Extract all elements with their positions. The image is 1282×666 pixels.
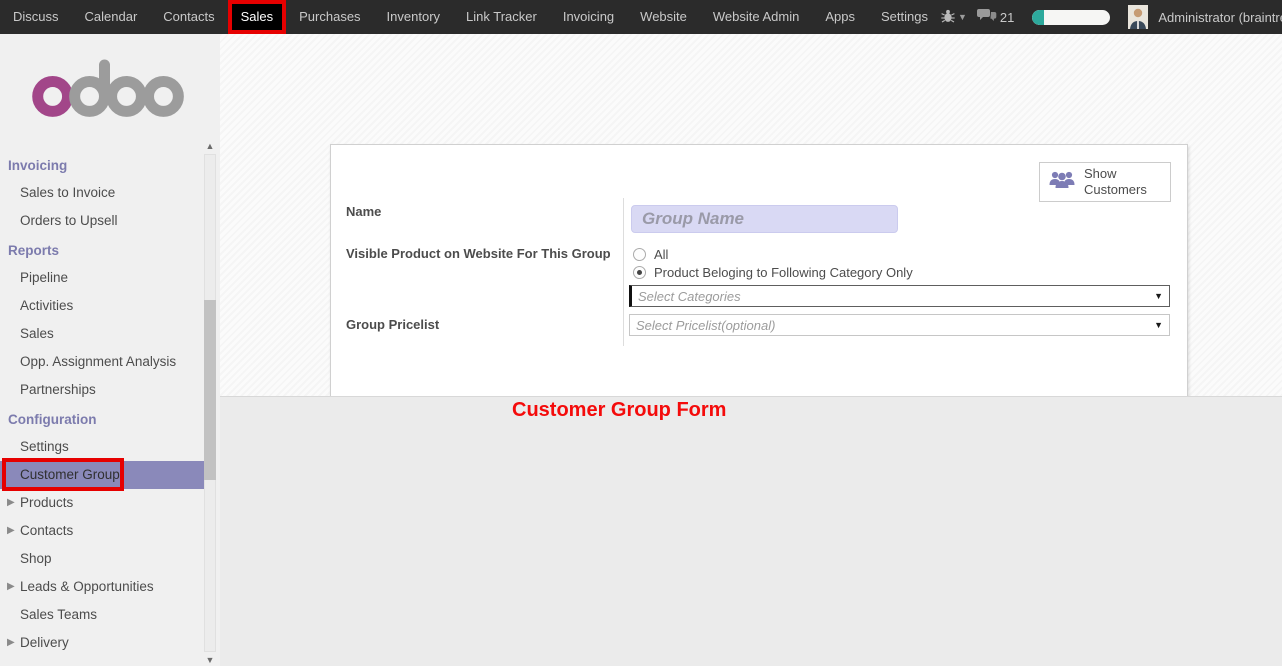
- message-count: 21: [1000, 10, 1014, 25]
- sidebar-menu: Invoicing Sales to Invoice Orders to Ups…: [0, 140, 204, 657]
- select-categories-dropdown[interactable]: Select Categories ▼: [629, 285, 1170, 307]
- scroll-down-icon[interactable]: ▼: [203, 654, 217, 666]
- top-menu-calendar[interactable]: Calendar: [72, 0, 151, 34]
- radio-option-category-only[interactable]: Product Beloging to Following Category O…: [633, 265, 913, 280]
- top-menu-invoicing[interactable]: Invoicing: [550, 0, 627, 34]
- sidebar-scrollbar[interactable]: ▲ ▼: [203, 140, 217, 666]
- show-customers-button[interactable]: Show Customers: [1039, 162, 1171, 202]
- sidebar-item-contacts-label: Contacts: [20, 523, 73, 538]
- top-menu-inventory[interactable]: Inventory: [374, 0, 453, 34]
- top-menu-contacts[interactable]: Contacts: [150, 0, 227, 34]
- sidebar-item-delivery[interactable]: ▶ Delivery: [0, 629, 204, 657]
- debug-caret-icon: ▼: [958, 12, 967, 22]
- visible-product-field-label: Visible Product on Website For This Grou…: [346, 246, 611, 261]
- sidebar-item-pipeline[interactable]: Pipeline: [0, 264, 204, 292]
- radio-category-selected-icon[interactable]: [633, 266, 646, 279]
- select-pricelist-placeholder: Select Pricelist(optional): [636, 318, 775, 333]
- group-pricelist-field-label: Group Pricelist: [346, 317, 439, 332]
- top-navbar: Discuss Calendar Contacts Sales Purchase…: [0, 0, 1282, 34]
- expand-caret-icon: ▶: [7, 629, 15, 657]
- annotation-caption: Customer Group Form: [512, 399, 726, 422]
- sidebar-item-customer-group-label: Customer Group: [20, 467, 120, 482]
- top-menu-sales-active[interactable]: Sales: [228, 0, 287, 34]
- top-menu-discuss[interactable]: Discuss: [0, 0, 72, 34]
- sidebar-item-settings[interactable]: Settings: [0, 433, 204, 461]
- form-column-separator: [623, 198, 624, 346]
- top-menu-list: Discuss Calendar Contacts Sales Purchase…: [0, 0, 941, 34]
- sidebar-item-sales-teams[interactable]: Sales Teams: [0, 601, 204, 629]
- name-field-label: Name: [346, 204, 381, 219]
- sidebar-item-customer-group[interactable]: Customer Group: [0, 461, 204, 489]
- user-name: Administrator (braintree): [1158, 10, 1282, 25]
- bug-icon: [941, 9, 955, 26]
- sidebar-item-leads-opportunities[interactable]: ▶ Leads & Opportunities: [0, 573, 204, 601]
- top-menu-link-tracker[interactable]: Link Tracker: [453, 0, 550, 34]
- chat-bubbles-icon: [977, 8, 997, 26]
- topbar-right-tools: ▼ 21 Administrator (braintree) ▼: [941, 5, 1282, 29]
- scrollbar-thumb[interactable]: [204, 300, 216, 480]
- top-menu-website-admin[interactable]: Website Admin: [700, 0, 812, 34]
- sidebar-item-orders-to-upsell[interactable]: Orders to Upsell: [0, 207, 204, 235]
- sidebar-item-products-label: Products: [20, 495, 73, 510]
- scroll-up-icon[interactable]: ▲: [203, 140, 217, 152]
- section-title-configuration: Configuration: [0, 404, 204, 433]
- main-area: Customer Group / New Save Discard: [220, 34, 1282, 666]
- progress-fill: [1032, 10, 1044, 25]
- user-menu[interactable]: Administrator (braintree) ▼: [1158, 10, 1282, 25]
- section-title-invoicing: Invoicing: [0, 150, 204, 179]
- sidebar-item-activities[interactable]: Activities: [0, 292, 204, 320]
- radio-all-icon[interactable]: [633, 248, 646, 261]
- top-menu-settings[interactable]: Settings: [868, 0, 941, 34]
- sidebar-item-sales[interactable]: Sales: [0, 320, 204, 348]
- group-name-input[interactable]: [631, 205, 898, 233]
- sidebar-item-contacts[interactable]: ▶ Contacts: [0, 517, 204, 545]
- sidebar-item-partnerships[interactable]: Partnerships: [0, 376, 204, 404]
- select-pricelist-dropdown[interactable]: Select Pricelist(optional) ▼: [629, 314, 1170, 336]
- messages-indicator[interactable]: 21: [977, 8, 1014, 26]
- select-categories-placeholder: Select Categories: [638, 289, 741, 304]
- sidebar-item-leads-label: Leads & Opportunities: [20, 579, 154, 594]
- expand-caret-icon: ▶: [7, 517, 15, 545]
- progress-pill: [1032, 10, 1110, 25]
- app-window: Discuss Calendar Contacts Sales Purchase…: [0, 0, 1282, 666]
- annotation-strip: Customer Group Form: [220, 396, 1282, 666]
- radio-all-label: All: [654, 247, 668, 262]
- sidebar-item-opp-assignment-analysis[interactable]: Opp. Assignment Analysis: [0, 348, 204, 376]
- section-title-reports: Reports: [0, 235, 204, 264]
- form-content: Show Customers Name Visible Product on W…: [220, 129, 1282, 396]
- sidebar-item-products[interactable]: ▶ Products: [0, 489, 204, 517]
- top-menu-website[interactable]: Website: [627, 0, 700, 34]
- top-menu-purchases[interactable]: Purchases: [286, 0, 373, 34]
- sidebar-item-sales-to-invoice[interactable]: Sales to Invoice: [0, 179, 204, 207]
- odoo-logo[interactable]: [0, 34, 220, 140]
- radio-option-all[interactable]: All: [633, 247, 668, 262]
- radio-category-label: Product Beloging to Following Category O…: [654, 265, 913, 280]
- sidebar-item-shop[interactable]: Shop: [0, 545, 204, 573]
- show-customers-label: Show Customers: [1084, 166, 1162, 199]
- dropdown-arrow-icon: ▼: [1154, 320, 1163, 330]
- customers-group-icon: [1048, 169, 1076, 196]
- dropdown-arrow-icon: ▼: [1154, 291, 1163, 301]
- debug-menu[interactable]: ▼: [941, 9, 967, 26]
- sidebar: Invoicing Sales to Invoice Orders to Ups…: [0, 34, 220, 666]
- user-avatar: [1128, 5, 1148, 29]
- top-menu-apps[interactable]: Apps: [812, 0, 868, 34]
- sidebar-item-delivery-label: Delivery: [20, 635, 69, 650]
- expand-caret-icon: ▶: [7, 573, 15, 601]
- expand-caret-icon: ▶: [7, 489, 15, 517]
